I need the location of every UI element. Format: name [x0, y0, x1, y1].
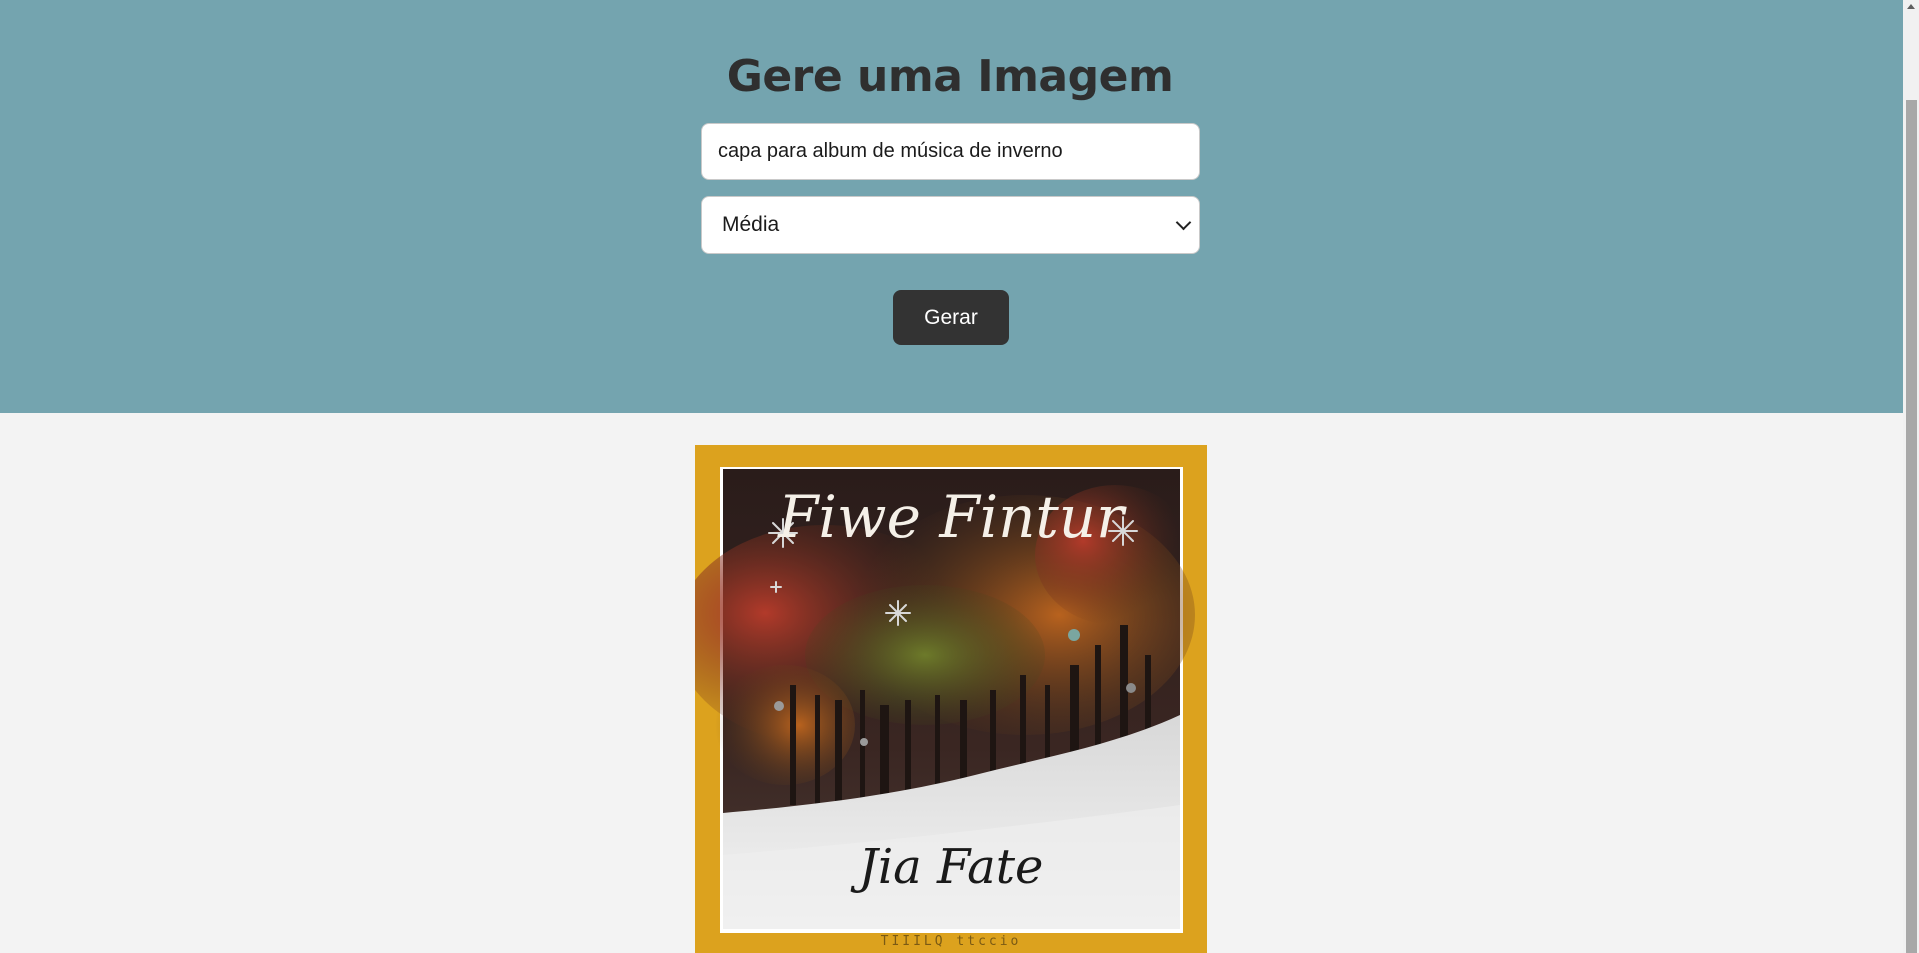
scroll-thumb[interactable] [1906, 100, 1917, 953]
chevron-down-icon [1175, 214, 1192, 230]
page-title: Gere uma Imagem [726, 51, 1174, 102]
cover-small-text: TIIILQ ttccio [881, 934, 1022, 949]
size-select-value: Média [722, 213, 780, 236]
scroll-up-icon[interactable] [1907, 4, 1915, 9]
cover-title-top: Fiwe Fintur [777, 483, 1127, 551]
page: Gere uma Imagem Média Gerar [0, 0, 1903, 953]
generate-button[interactable]: Gerar [893, 290, 1009, 345]
cover-title-bottom: Jia Fate [850, 839, 1044, 895]
prompt-input[interactable] [701, 123, 1200, 180]
page-scrollbar[interactable] [1903, 0, 1919, 953]
generator-panel: Gere uma Imagem Média Gerar [0, 0, 1903, 413]
album-cover-image: Fiwe Fintur Jia Fate TIIILQ ttccio [695, 467, 1195, 949]
foliage-orange-2 [715, 665, 855, 785]
size-select[interactable]: Média [701, 196, 1200, 254]
generated-image: Fiwe Fintur Jia Fate TIIILQ ttccio [695, 445, 1207, 953]
